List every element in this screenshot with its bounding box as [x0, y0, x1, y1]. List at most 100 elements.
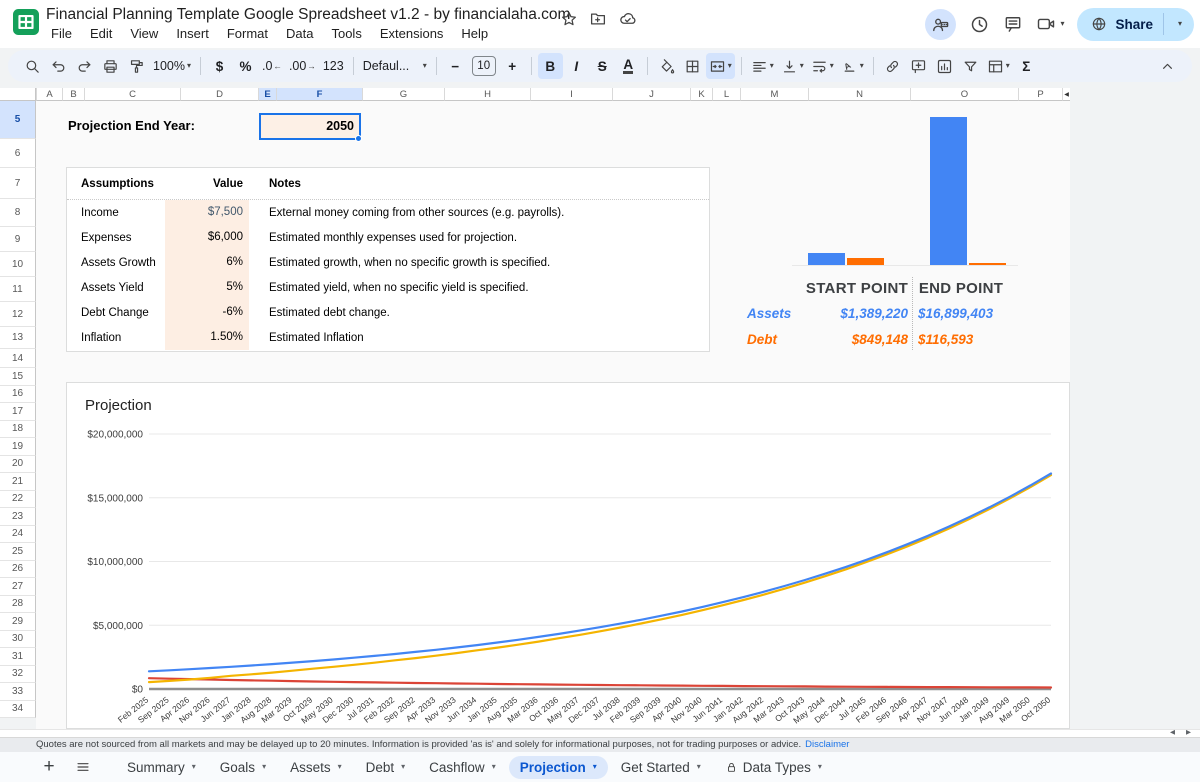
assumption-row-expenses[interactable]: Expenses$6,000Estimated monthly expenses…	[67, 225, 709, 250]
row-header-32[interactable]: 32	[0, 666, 36, 684]
row-header-11[interactable]: 11	[0, 277, 36, 302]
column-header-C[interactable]: C	[84, 88, 180, 101]
menu-tools[interactable]: Tools	[322, 24, 370, 43]
cell-projection-end-year-label[interactable]: Projection End Year:	[68, 113, 195, 139]
tab-goals[interactable]: Goals▾	[209, 756, 277, 779]
horizontal-scrollbar[interactable]	[0, 729, 1200, 737]
italic-button[interactable]: I	[564, 53, 589, 79]
row-header-21[interactable]: 21	[0, 473, 36, 491]
row-header-17[interactable]: 17	[0, 403, 36, 421]
star-icon[interactable]	[560, 10, 578, 28]
fill-handle[interactable]	[355, 135, 362, 142]
document-status-icon[interactable]	[618, 9, 637, 28]
row-header-27[interactable]: 27	[0, 578, 36, 596]
menu-file[interactable]: File	[42, 24, 81, 43]
column-header-D[interactable]: D	[180, 88, 258, 101]
number-format-button[interactable]: 123	[320, 53, 347, 79]
row-header-25[interactable]: 25	[0, 543, 36, 561]
assumption-value[interactable]: 6%	[165, 250, 249, 275]
column-header-A[interactable]: A	[36, 88, 62, 101]
tab-cashflow[interactable]: Cashflow▾	[418, 756, 507, 779]
functions-button[interactable]: Σ	[1014, 53, 1039, 79]
increase-decimal-button[interactable]: .00→	[286, 53, 319, 79]
zoom-select[interactable]: 100%▾	[150, 53, 194, 79]
row-header-20[interactable]: 20	[0, 456, 36, 474]
scroll-right-icon[interactable]: ▶	[1186, 729, 1191, 737]
menu-data[interactable]: Data	[277, 24, 322, 43]
menu-help[interactable]: Help	[452, 24, 497, 43]
undo-button[interactable]	[46, 53, 71, 79]
increase-font-size-button[interactable]: +	[500, 53, 525, 79]
row-header-28[interactable]: 28	[0, 596, 36, 614]
decrease-font-size-button[interactable]: −	[443, 53, 468, 79]
print-button[interactable]	[98, 53, 123, 79]
select-all-corner[interactable]	[0, 88, 36, 101]
tab-caret-icon[interactable]: ▾	[262, 763, 266, 771]
row-header-24[interactable]: 24	[0, 526, 36, 544]
row-header-33[interactable]: 33	[0, 683, 36, 701]
row-header-14[interactable]: 14	[0, 349, 36, 368]
text-color-button[interactable]: A	[616, 53, 641, 79]
share-button[interactable]: Share ▾	[1077, 8, 1194, 41]
currency-format-button[interactable]: $	[207, 53, 232, 79]
filter-button[interactable]	[958, 53, 983, 79]
vertical-align-button[interactable]: ▾	[778, 53, 807, 79]
redo-button[interactable]	[72, 53, 97, 79]
version-history-icon[interactable]	[969, 14, 990, 35]
sheets-logo-icon[interactable]	[13, 9, 39, 35]
assumption-row-assets-growth[interactable]: Assets Growth6%Estimated growth, when no…	[67, 250, 709, 275]
column-header-P[interactable]: P	[1018, 88, 1062, 101]
column-header-L[interactable]: L	[712, 88, 740, 101]
column-header-M[interactable]: M	[740, 88, 808, 101]
projection-chart[interactable]: $0$5,000,000$10,000,000$15,000,000$20,00…	[66, 382, 1070, 729]
assumption-value[interactable]: $6,000	[165, 225, 249, 250]
tab-debt[interactable]: Debt▾	[355, 756, 417, 779]
row-header-29[interactable]: 29	[0, 613, 36, 631]
assumption-row-debt-change[interactable]: Debt Change-6%Estimated debt change.	[67, 300, 709, 325]
borders-button[interactable]	[680, 53, 705, 79]
add-sheet-button[interactable]: +	[36, 754, 62, 780]
disclaimer-link[interactable]: Disclaimer	[805, 739, 849, 750]
column-header-J[interactable]: J	[612, 88, 690, 101]
font-family-select[interactable]: Defaul...▾	[360, 53, 430, 79]
tab-caret-icon[interactable]: ▾	[593, 763, 597, 771]
column-header-K[interactable]: K	[690, 88, 712, 101]
decrease-decimal-button[interactable]: .0←	[259, 53, 285, 79]
insert-chart-button[interactable]	[932, 53, 957, 79]
assumption-row-assets-yield[interactable]: Assets Yield5%Estimated yield, when no s…	[67, 275, 709, 300]
assumption-row-inflation[interactable]: Inflation1.50%Estimated Inflation	[67, 325, 709, 350]
hidden-columns-marker[interactable]: ◀	[1062, 88, 1070, 101]
menu-insert[interactable]: Insert	[167, 24, 218, 43]
column-header-O[interactable]: O	[910, 88, 1018, 101]
column-header-N[interactable]: N	[808, 88, 910, 101]
move-folder-icon[interactable]	[589, 10, 607, 28]
selected-cell-projection-end-year[interactable]: 2050	[259, 113, 361, 140]
text-rotation-button[interactable]: A▾	[838, 53, 867, 79]
row-header-7[interactable]: 7	[0, 168, 36, 199]
column-header-G[interactable]: G	[362, 88, 444, 101]
insert-comment-button[interactable]	[906, 53, 931, 79]
column-header-B[interactable]: B	[62, 88, 84, 101]
assumption-value[interactable]: 1.50%	[165, 325, 249, 350]
fill-color-button[interactable]	[654, 53, 679, 79]
row-header-16[interactable]: 16	[0, 386, 36, 404]
row-header-18[interactable]: 18	[0, 421, 36, 439]
tab-caret-icon[interactable]: ▾	[492, 763, 496, 771]
comments-icon[interactable]	[1003, 14, 1023, 34]
column-header-F[interactable]: F	[276, 88, 362, 101]
column-header-H[interactable]: H	[444, 88, 530, 101]
row-header-31[interactable]: 31	[0, 648, 36, 666]
scroll-left-icon[interactable]: ◀	[1170, 729, 1175, 737]
tab-projection[interactable]: Projection▾	[509, 756, 608, 779]
tab-caret-icon[interactable]: ▾	[338, 763, 342, 771]
row-header-19[interactable]: 19	[0, 438, 36, 456]
tab-caret-icon[interactable]: ▾	[192, 763, 196, 771]
row-header-6[interactable]: 6	[0, 139, 36, 168]
assumption-row-income[interactable]: Income$7,500External money coming from o…	[67, 200, 709, 225]
row-header-9[interactable]: 9	[0, 227, 36, 252]
tab-data-types[interactable]: Data Types▾	[714, 756, 833, 779]
tab-assets[interactable]: Assets▾	[279, 756, 353, 779]
menu-edit[interactable]: Edit	[81, 24, 121, 43]
tab-caret-icon[interactable]: ▾	[818, 763, 822, 771]
merge-cells-button[interactable]: ▾	[706, 53, 735, 79]
